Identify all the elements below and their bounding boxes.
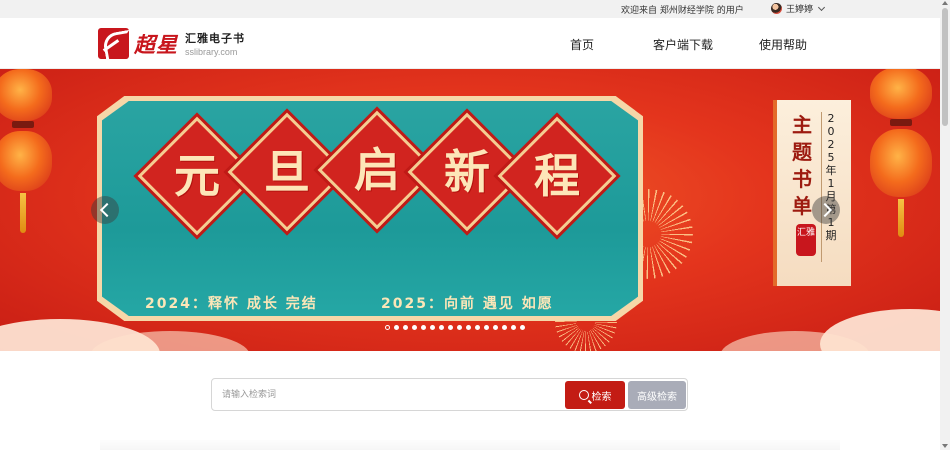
advanced-search-button[interactable]: 高级检索 [628,381,686,409]
headline-char: 新 [444,145,490,199]
carousel-prev-button[interactable] [91,196,119,224]
username[interactable]: 王婷婷 [786,2,813,15]
carousel-dot[interactable] [403,325,408,330]
carousel-dot[interactable] [484,325,489,330]
search-button[interactable]: 检索 [565,381,625,409]
carousel-dot[interactable] [457,325,462,330]
carousel-dot[interactable] [466,325,471,330]
nav-help[interactable]: 使用帮助 [759,36,807,53]
nav-client-download[interactable]: 客户端下载 [653,36,713,53]
logo-brand-text: 超星 [134,31,178,57]
search-icon [578,390,589,400]
theme-booklist-card[interactable]: 主 题 书 单 2 0 2 5 年 1 月 第 1 期 汇雅 [773,100,851,286]
search-bar: 检索 高级检索 [211,378,688,411]
carousel-dot[interactable] [475,325,480,330]
site-logo[interactable]: 超星 汇雅电子书 sslibrary.com [98,28,245,59]
search-button-label: 检索 [591,391,612,403]
avatar [771,3,782,14]
divider [821,112,822,262]
chevron-down-icon[interactable] [817,3,826,11]
carousel-dot[interactable] [502,325,507,330]
hero-banner[interactable]: 元 旦 启 新 程 2024：释怀 成长 完结 2025：向前 遇见 如愿 主 … [0,69,940,351]
page-scrollbar[interactable] [940,0,950,450]
carousel-dot[interactable] [520,325,525,330]
logo-subtitle: sslibrary.com [185,47,238,57]
carousel-dot[interactable] [394,325,399,330]
carousel-next-button[interactable] [812,196,840,224]
lantern-left [0,69,52,233]
carousel-dot[interactable] [412,325,417,330]
scrollbar-thumb[interactable] [942,8,948,126]
content-top-edge [100,440,840,450]
carousel-dot[interactable] [439,325,444,330]
logo-title: 汇雅电子书 [185,32,245,45]
welcome-text: 欢迎来自 郑州财经学院 的用户 [621,6,744,16]
theme-title: 主 题 书 单 [792,113,812,218]
carousel-dot[interactable] [448,325,453,330]
carousel-indicators[interactable] [385,325,525,330]
banner-subline-2025: 2025：向前 遇见 如愿 [381,296,554,312]
headline-char: 程 [534,149,580,203]
site-header: 超星 汇雅电子书 sslibrary.com 首页 客户端下载 使用帮助 [0,18,940,69]
scroll-down-icon[interactable] [942,444,948,448]
logo-mark-icon [98,28,129,59]
headline-char: 元 [174,149,220,203]
banner-subline-2024: 2024：释怀 成长 完结 [145,296,318,312]
carousel-dot[interactable] [430,325,435,330]
headline-char: 旦 [264,145,310,199]
nav-home[interactable]: 首页 [570,36,594,53]
scroll-up-icon[interactable] [942,1,948,5]
carousel-dot[interactable] [421,325,426,330]
search-input[interactable] [222,387,562,403]
user-menu[interactable]: 王婷婷 [771,2,826,15]
carousel-dot[interactable] [493,325,498,330]
theme-seal: 汇雅 [796,224,816,256]
carousel-dot[interactable] [385,325,390,330]
carousel-dot[interactable] [511,325,516,330]
banner-main-panel: 元 旦 启 新 程 2024：释怀 成长 完结 2025：向前 遇见 如愿 [97,96,643,321]
headline-char: 启 [354,143,400,197]
top-info-bar: 欢迎来自 郑州财经学院 的用户 王婷婷 [0,0,940,18]
lantern-right [870,69,932,239]
